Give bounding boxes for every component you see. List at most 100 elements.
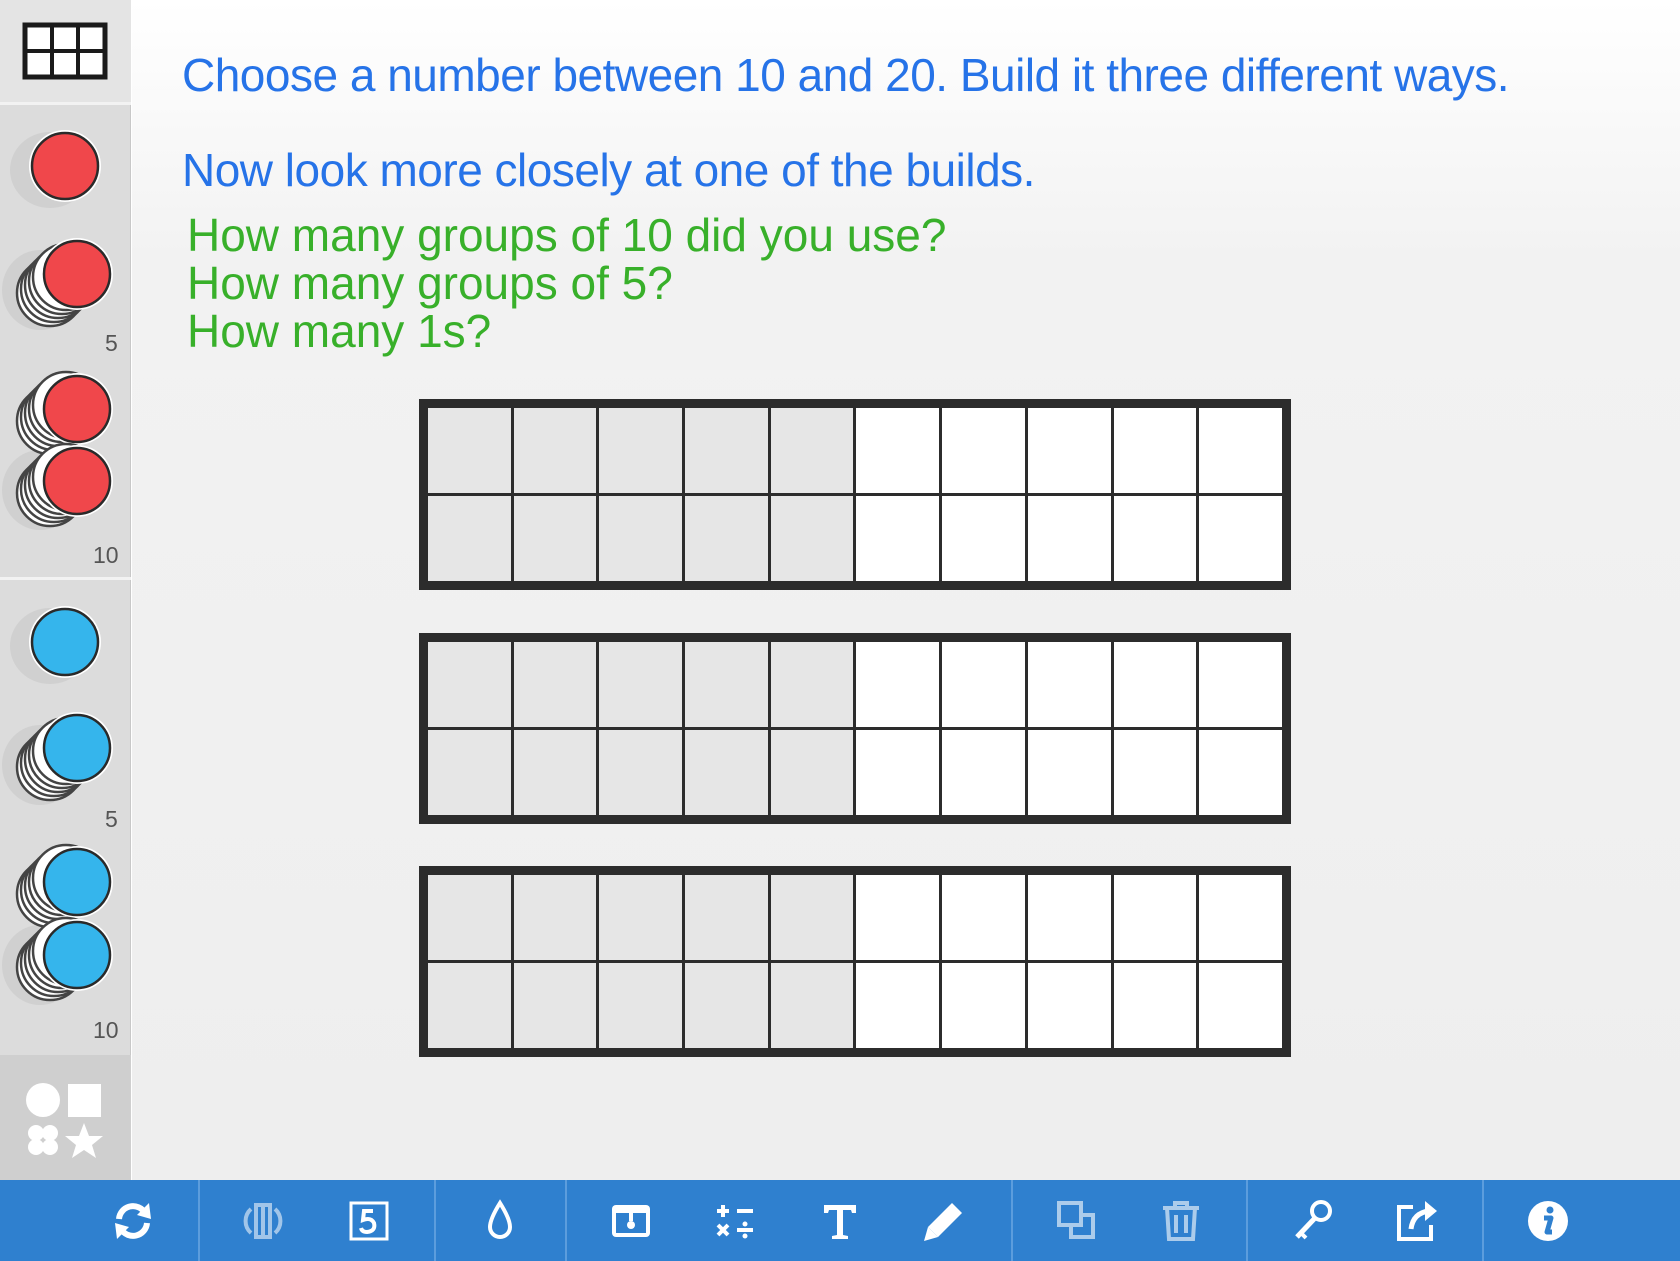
prompt-line-1[interactable]: Choose a number between 10 and 20. Build… bbox=[182, 48, 1510, 102]
toolbar-divider bbox=[1246, 1180, 1248, 1261]
ten-frame-cell[interactable] bbox=[599, 963, 683, 1048]
ten-frame-cell[interactable] bbox=[856, 730, 940, 815]
info-button[interactable] bbox=[1503, 1180, 1593, 1261]
ten-frame-cell[interactable] bbox=[685, 496, 768, 581]
ten-frame-cell[interactable] bbox=[770, 730, 854, 815]
question-groups-of-10[interactable]: How many groups of 10 did you use? bbox=[187, 211, 946, 259]
duplicate-button[interactable] bbox=[1032, 1180, 1122, 1261]
ten-frame-cell[interactable] bbox=[770, 875, 854, 960]
ten-frame-cell[interactable] bbox=[1027, 963, 1111, 1048]
red-stack-10-icon[interactable] bbox=[2, 370, 113, 530]
ten-frame-grid-icon[interactable] bbox=[22, 22, 108, 80]
ten-frame-cell[interactable] bbox=[1113, 875, 1197, 960]
ten-frame-1[interactable] bbox=[419, 399, 1291, 590]
ten-frame-cell[interactable] bbox=[942, 496, 1025, 581]
reveal-box-button[interactable] bbox=[586, 1180, 676, 1261]
red-counter-section: 5 10 bbox=[0, 105, 131, 577]
ten-frame-cell[interactable] bbox=[1199, 496, 1282, 581]
ten-frame-cell[interactable] bbox=[428, 730, 511, 815]
ten-frame-cell[interactable] bbox=[1113, 496, 1197, 581]
ten-frame-cell[interactable] bbox=[1199, 875, 1282, 960]
workspace-canvas[interactable]: Choose a number between 10 and 20. Build… bbox=[132, 0, 1680, 1180]
prompt-line-2[interactable]: Now look more closely at one of the buil… bbox=[182, 143, 1035, 197]
operations-icon bbox=[716, 1204, 753, 1238]
blue-stack-5-icon[interactable] bbox=[2, 712, 113, 805]
ten-frame-cell[interactable] bbox=[428, 963, 511, 1048]
ten-frame-2[interactable] bbox=[419, 633, 1291, 824]
shapes-icon[interactable] bbox=[22, 1079, 108, 1159]
five-frame-icon bbox=[349, 1201, 389, 1240]
red-stack-10-count: 10 bbox=[93, 542, 119, 568]
ten-frame-cell[interactable] bbox=[513, 642, 597, 727]
flip-button[interactable] bbox=[218, 1180, 308, 1261]
ten-frame-cell[interactable] bbox=[856, 408, 940, 493]
ten-frame-cell[interactable] bbox=[856, 963, 940, 1048]
ten-frame-cell[interactable] bbox=[770, 496, 854, 581]
ten-frame-cell[interactable] bbox=[942, 642, 1025, 727]
pen-button[interactable] bbox=[899, 1180, 989, 1261]
ten-frame-cell[interactable] bbox=[685, 730, 768, 815]
ten-frame-cell[interactable] bbox=[1113, 963, 1197, 1048]
ten-frame-cell[interactable] bbox=[1113, 642, 1197, 727]
ten-frame-cell[interactable] bbox=[513, 496, 597, 581]
ten-frame-cell[interactable] bbox=[428, 408, 511, 493]
ten-frame-cell[interactable] bbox=[1027, 496, 1111, 581]
ten-frame-cell[interactable] bbox=[599, 642, 683, 727]
ten-frame-cell[interactable] bbox=[428, 875, 511, 960]
blue-stack-10-icon[interactable] bbox=[2, 843, 113, 1005]
five-frame-button[interactable] bbox=[324, 1180, 414, 1261]
question-ones[interactable]: How many 1s? bbox=[187, 307, 491, 355]
ten-frame-cell[interactable] bbox=[513, 730, 597, 815]
ten-frame-cell[interactable] bbox=[1027, 408, 1111, 493]
ten-frame-cell[interactable] bbox=[685, 408, 768, 493]
ten-frame-cell[interactable] bbox=[856, 875, 940, 960]
ten-frame-cell[interactable] bbox=[1113, 408, 1197, 493]
ten-frame-cell[interactable] bbox=[685, 642, 768, 727]
share-button[interactable] bbox=[1372, 1180, 1462, 1261]
ten-frame-cell[interactable] bbox=[428, 496, 511, 581]
ten-frame-cell[interactable] bbox=[856, 496, 940, 581]
text-button[interactable] bbox=[795, 1180, 885, 1261]
red-stack-5-icon[interactable] bbox=[2, 238, 113, 330]
question-groups-of-5[interactable]: How many groups of 5? bbox=[187, 259, 673, 307]
ten-frame-cell[interactable] bbox=[770, 642, 854, 727]
red-counter-icon[interactable] bbox=[10, 130, 101, 208]
ten-frame-cell[interactable] bbox=[685, 875, 768, 960]
text-icon bbox=[824, 1204, 856, 1239]
shapes-tool-section bbox=[0, 1055, 131, 1180]
ten-frame-cell[interactable] bbox=[513, 963, 597, 1048]
blue-counter-icon[interactable] bbox=[10, 606, 101, 684]
ten-frame-cell[interactable] bbox=[1199, 730, 1282, 815]
ten-frame-cell[interactable] bbox=[942, 408, 1025, 493]
ten-frame-3[interactable] bbox=[419, 866, 1291, 1057]
ten-frame-cell[interactable] bbox=[513, 408, 597, 493]
ten-frame-cell[interactable] bbox=[770, 963, 854, 1048]
ten-frame-cell[interactable] bbox=[1199, 642, 1282, 727]
ten-frame-cell[interactable] bbox=[942, 730, 1025, 815]
ten-frame-cell[interactable] bbox=[599, 730, 683, 815]
ten-frame-cell[interactable] bbox=[1027, 642, 1111, 727]
ten-frame-cell[interactable] bbox=[513, 875, 597, 960]
ten-frame-cell[interactable] bbox=[856, 642, 940, 727]
ten-frame-cell[interactable] bbox=[1199, 963, 1282, 1048]
ten-frame-cell[interactable] bbox=[428, 642, 511, 727]
ten-frame-cell[interactable] bbox=[1027, 875, 1111, 960]
bottom-toolbar bbox=[0, 1180, 1680, 1261]
key-button[interactable] bbox=[1268, 1180, 1358, 1261]
ten-frame-cell[interactable] bbox=[942, 875, 1025, 960]
fill-color-button[interactable] bbox=[455, 1180, 545, 1261]
ten-frame-cell[interactable] bbox=[685, 963, 768, 1048]
trash-icon bbox=[1163, 1200, 1199, 1241]
ten-frame-cell[interactable] bbox=[599, 408, 683, 493]
refresh-button[interactable] bbox=[88, 1180, 178, 1261]
key-icon bbox=[1295, 1199, 1332, 1239]
operations-button[interactable] bbox=[690, 1180, 780, 1261]
ten-frame-cell[interactable] bbox=[942, 963, 1025, 1048]
ten-frame-cell[interactable] bbox=[1199, 408, 1282, 493]
ten-frame-cell[interactable] bbox=[599, 875, 683, 960]
ten-frame-cell[interactable] bbox=[599, 496, 683, 581]
trash-button[interactable] bbox=[1136, 1180, 1226, 1261]
ten-frame-cell[interactable] bbox=[770, 408, 854, 493]
ten-frame-cell[interactable] bbox=[1027, 730, 1111, 815]
ten-frame-cell[interactable] bbox=[1113, 730, 1197, 815]
